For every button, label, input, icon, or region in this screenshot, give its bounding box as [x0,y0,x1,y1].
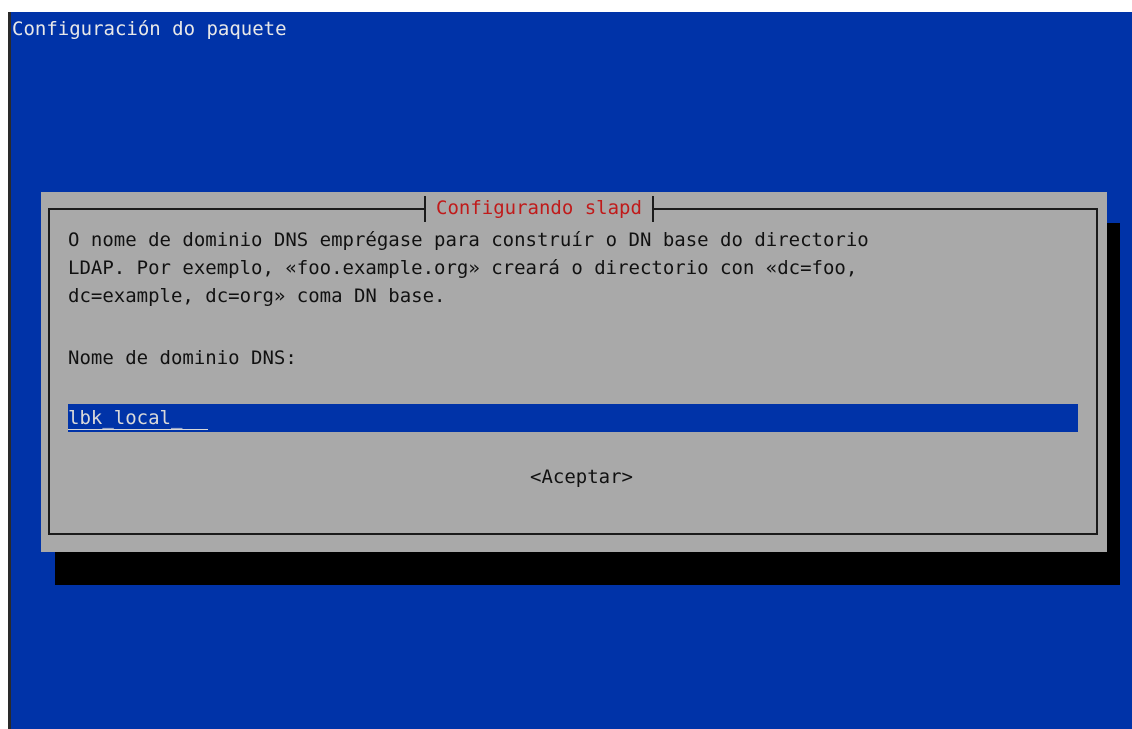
window-left-edge [8,12,11,729]
message-line: LDAP. Por exemplo, «foo.example.org» cre… [68,257,858,279]
accept-button[interactable]: <Aceptar> [530,466,633,488]
message-line: O nome de dominio DNS emprégase para con… [68,229,869,251]
dialog-message: O nome de dominio DNS emprégase para con… [68,226,869,310]
input-cursor-underline [68,429,208,430]
dns-domain-input[interactable]: lbk_local_ [68,404,1078,432]
dns-domain-input-value: lbk_local_ [68,407,183,429]
dialog-title-wrap: Configurando slapd [424,192,654,225]
dialog-title: Configurando slapd [436,197,642,219]
dns-domain-label: Nome de dominio DNS: [68,347,297,369]
title-right-tick [651,195,654,222]
backtitle: Configuración do paquete [12,18,287,40]
dialog: Configurando slapd O nome de dominio DNS… [41,192,1107,552]
message-line: dc=example, dc=org» coma DN base. [68,285,446,307]
